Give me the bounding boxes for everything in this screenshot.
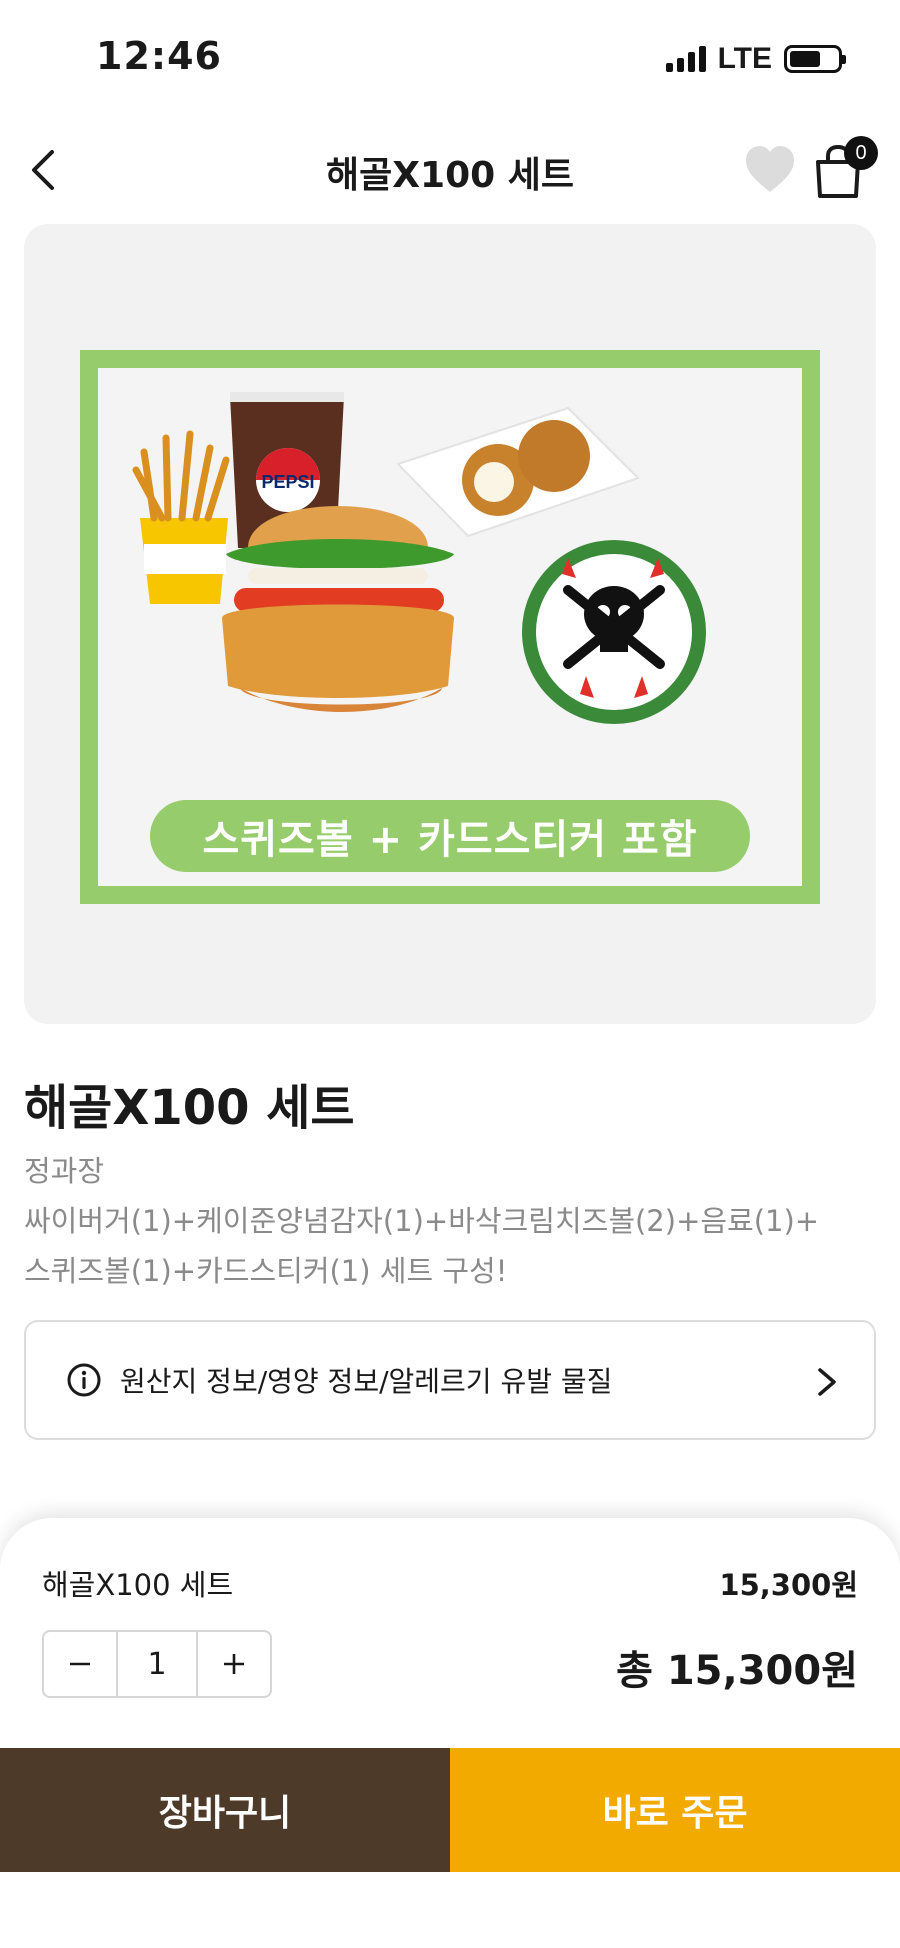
increase-quantity-button[interactable]	[198, 1632, 270, 1696]
order-sheet: 해골X100 세트 15,300원 1 총 15,300원	[0, 1518, 900, 1748]
product-description: 정과장 싸이버거(1)+케이준양념감자(1)+바삭크림치즈볼(2)+음료(1)+…	[24, 1146, 884, 1296]
info-icon	[67, 1363, 101, 1397]
action-bar: 장바구니 바로 주문	[0, 1748, 900, 1872]
quantity-stepper: 1	[42, 1630, 272, 1698]
cart-button[interactable]: 0	[808, 136, 878, 202]
add-to-cart-button[interactable]: 장바구니	[0, 1748, 450, 1872]
order-item-name: 해골X100 세트	[42, 1568, 234, 1602]
promo-banner: 스퀴즈볼 + 카드스티커 포함	[150, 800, 750, 872]
svg-text:PEPSI: PEPSI	[261, 472, 314, 492]
promo-frame: PEPSI 스퀴즈볼 + 카드스티커 포함	[80, 350, 820, 904]
burger-illustration	[222, 506, 454, 712]
order-item-price: 15,300원	[719, 1568, 858, 1602]
product-desc-line: 싸이버거(1)+케이준양념감자(1)+바삭크림치즈볼(2)+음료(1)+	[24, 1204, 820, 1238]
product-desc-line: 정과장	[24, 1154, 105, 1188]
minus-icon	[70, 1662, 90, 1666]
heart-icon	[746, 146, 794, 192]
decrease-quantity-button[interactable]	[44, 1632, 116, 1696]
cart-count-badge: 0	[844, 136, 878, 170]
product-image: PEPSI 스퀴즈볼 + 카드스티커 포함	[24, 224, 876, 1024]
nav-bar: 해골X100 세트 0	[0, 120, 900, 220]
quantity-value: 1	[116, 1632, 198, 1696]
status-icons: LTE	[665, 42, 846, 76]
battery-icon	[784, 45, 846, 73]
network-type: LTE	[717, 42, 772, 75]
total-price: 총 15,300원	[616, 1648, 858, 1694]
nutrition-info-label: 원산지 정보/영양 정보/알레르기 유발 물질	[120, 1365, 613, 1398]
favorite-button[interactable]	[742, 142, 798, 198]
product-desc-line: 스퀴즈볼(1)+카드스티커(1) 세트 구성!	[24, 1254, 508, 1288]
product-name: 해골X100 세트	[24, 1080, 355, 1136]
signal-icon	[665, 46, 706, 72]
plus-icon	[224, 1654, 244, 1674]
status-bar: 12:46 LTE	[0, 0, 900, 120]
order-now-button[interactable]: 바로 주문	[450, 1748, 900, 1872]
skull-sticker-illustration	[522, 540, 706, 724]
cheeseball-illustration	[396, 406, 640, 538]
nutrition-info-link[interactable]: 원산지 정보/영양 정보/알레르기 유발 물질	[24, 1320, 876, 1440]
chevron-right-icon	[818, 1368, 836, 1396]
status-time: 12:46	[96, 34, 222, 78]
fries-illustration	[132, 430, 230, 604]
